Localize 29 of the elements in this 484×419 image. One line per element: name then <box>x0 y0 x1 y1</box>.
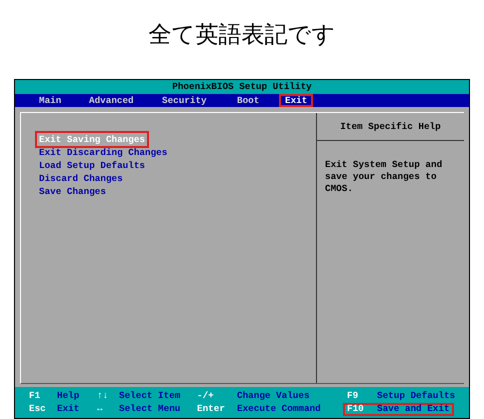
menu-item[interactable]: Discard Changes <box>39 172 123 185</box>
menu-tab[interactable]: Boot <box>234 94 262 107</box>
shortcut-action: Help <box>57 390 80 402</box>
menu-tab[interactable]: Security <box>159 94 210 107</box>
shortcut-action: Select Item <box>119 390 180 402</box>
shortcut-action: Change Values <box>237 390 310 402</box>
help-text: Exit System Setup and save your changes to CMOS. <box>325 159 444 195</box>
menu-item[interactable]: Exit Discarding Changes <box>39 146 168 159</box>
shortcut-action: Save and Exit <box>377 403 450 415</box>
shortcut-key: -/+ <box>197 390 237 402</box>
menu-tab[interactable]: Exit <box>279 94 314 107</box>
menu-tab[interactable]: Advanced <box>86 94 137 107</box>
shortcut-key: F1 <box>29 390 57 402</box>
shortcut-key: ↑↓ <box>97 390 119 402</box>
menu-item[interactable]: Load Setup Defaults <box>39 159 146 172</box>
shortcut-key: Enter <box>197 403 237 415</box>
shortcut-action: Exit <box>57 403 80 415</box>
menu-tab[interactable]: Main <box>36 94 64 107</box>
caption: 全て英語表記です <box>148 21 336 50</box>
shortcut-action: Select Menu <box>119 403 180 415</box>
shortcut-action: Setup Defaults <box>377 390 456 402</box>
help-title: Item Specific Help <box>340 120 441 132</box>
shortcut-key: Esc <box>29 403 57 415</box>
window-title: PhoenixBIOS Setup Utility <box>172 81 312 93</box>
menu-item[interactable]: Save Changes <box>39 185 106 198</box>
shortcut-action: Execute Command <box>237 403 321 415</box>
shortcut-key: F10 <box>347 403 377 415</box>
shortcut-key: ↔ <box>97 403 119 415</box>
shortcut-key: F9 <box>347 390 377 402</box>
